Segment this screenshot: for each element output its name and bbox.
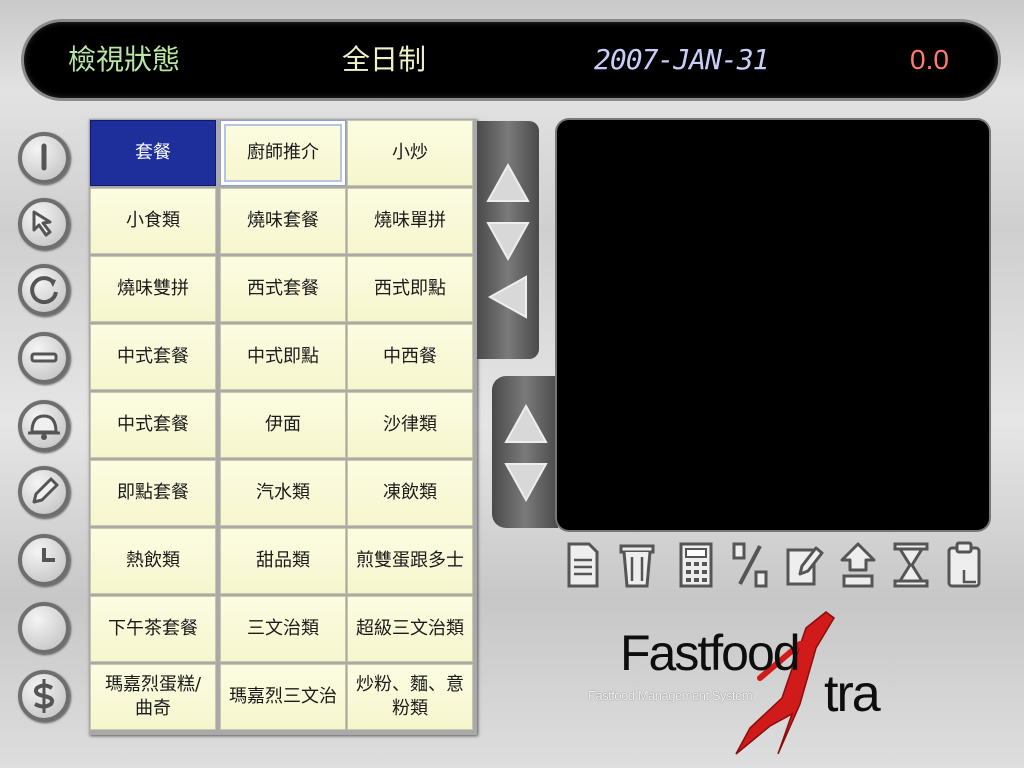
menu-category[interactable]: 甜品類 <box>220 528 346 594</box>
menu-category[interactable]: 套餐 <box>90 120 216 186</box>
refresh-icon[interactable] <box>18 264 70 316</box>
menu-category[interactable]: 炒粉、麵、意粉類 <box>347 664 473 730</box>
status-amount: 0.0 <box>910 44 949 75</box>
menu-category[interactable]: 小食類 <box>90 188 216 254</box>
scroll-down-button[interactable] <box>484 219 532 263</box>
menu-category[interactable]: 下午茶套餐 <box>90 596 216 662</box>
order-scroll-up-button[interactable] <box>502 402 550 446</box>
menu-category-grid: 套餐 廚師推介 小炒 小食類 燒味套餐 燒味單拼 燒味雙拼 西式套餐 西式即點 … <box>89 119 477 735</box>
menu-category[interactable]: 三文治類 <box>220 596 346 662</box>
menu-category[interactable]: 煎雙蛋跟多士 <box>347 528 473 594</box>
menu-category[interactable]: 西式套餐 <box>220 256 346 322</box>
circle-icon[interactable] <box>18 602 70 654</box>
edit-icon[interactable] <box>784 540 824 590</box>
menu-category[interactable]: 熱飲類 <box>90 528 216 594</box>
menu-category[interactable]: 超級三文治類 <box>347 596 473 662</box>
menu-category[interactable]: 中式套餐 <box>90 324 216 390</box>
category-nav-panel <box>477 121 539 359</box>
status-date: 2007-JAN-31 <box>594 43 769 76</box>
menu-category[interactable]: 瑪嘉烈蛋糕/曲奇 <box>90 664 216 730</box>
menu-category[interactable]: 瑪嘉烈三文治 <box>220 664 346 730</box>
logo-subtitle: Fastfood Management System <box>588 688 753 703</box>
menu-category[interactable]: 中式即點 <box>220 324 346 390</box>
document-icon[interactable] <box>563 540 603 590</box>
menu-category[interactable]: 西式即點 <box>347 256 473 322</box>
home-up-icon[interactable] <box>838 540 878 590</box>
status-shift: 全日制 <box>342 43 427 76</box>
menu-category[interactable]: 中式套餐 <box>90 392 216 458</box>
fastfood-xtra-logo: Fastfood tra Fastfood Management System <box>580 608 900 758</box>
menu-category[interactable]: 沙律類 <box>347 392 473 458</box>
menu-category[interactable]: 汽水類 <box>220 460 346 526</box>
power-icon[interactable] <box>18 132 70 184</box>
status-mode: 檢視狀態 <box>68 43 181 76</box>
percent-icon[interactable] <box>730 540 770 590</box>
bell-icon[interactable] <box>18 400 70 452</box>
menu-category[interactable]: 燒味單拼 <box>347 188 473 254</box>
menu-category[interactable]: 小炒 <box>347 120 473 186</box>
clipboard-icon[interactable] <box>944 540 984 590</box>
menu-category[interactable]: 伊面 <box>220 392 346 458</box>
menu-category[interactable]: 凍飲類 <box>347 460 473 526</box>
menu-category[interactable]: 即點套餐 <box>90 460 216 526</box>
menu-category[interactable]: 中西餐 <box>347 324 473 390</box>
menu-category[interactable]: 燒味雙拼 <box>90 256 216 322</box>
back-button[interactable] <box>484 275 532 319</box>
menu-category[interactable]: 燒味套餐 <box>220 188 346 254</box>
minus-icon[interactable] <box>18 332 70 384</box>
trash-icon[interactable] <box>617 540 657 590</box>
cursor-arrow-icon[interactable] <box>18 198 70 250</box>
calculator-icon[interactable] <box>676 540 716 590</box>
status-bar: 檢視狀態 全日制 2007-JAN-31 0.0 <box>24 22 998 98</box>
order-nav-panel <box>492 376 558 528</box>
scroll-up-button[interactable] <box>484 161 532 205</box>
order-display-screen <box>557 120 989 530</box>
clock-icon[interactable] <box>18 534 70 586</box>
pencil-icon[interactable] <box>18 466 70 518</box>
order-scroll-down-button[interactable] <box>502 460 550 504</box>
hourglass-icon[interactable] <box>891 540 931 590</box>
logo-main-text: Fastfood <box>620 625 801 681</box>
logo-accent-text: tra <box>824 665 881 723</box>
menu-category[interactable]: 廚師推介 <box>220 120 346 186</box>
dollar-icon[interactable] <box>18 670 70 722</box>
